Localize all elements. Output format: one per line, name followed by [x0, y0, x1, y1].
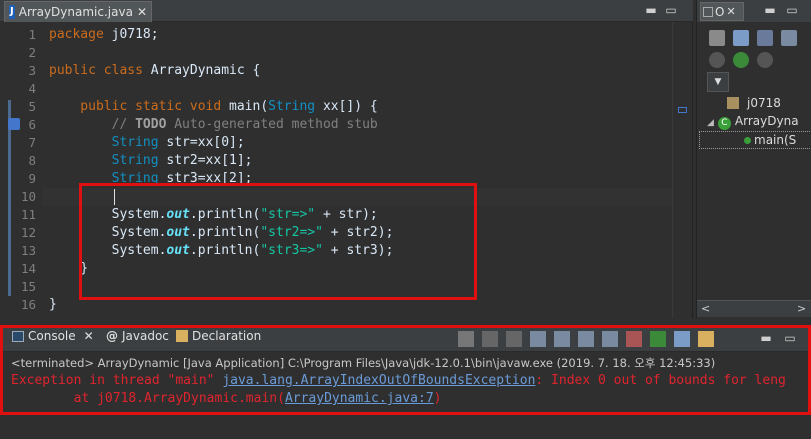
outline-item-package[interactable]: j0718 [727, 96, 781, 110]
line-number: 6 [28, 117, 36, 132]
method-label: main(S [754, 133, 797, 147]
code-line-3: public class ArrayDynamic { [49, 62, 260, 80]
overview-marker[interactable] [678, 107, 687, 113]
line-number: 8 [28, 153, 36, 168]
line-number: 11 [20, 207, 36, 222]
code-line-16: } [49, 296, 57, 314]
line-number: 10 [20, 189, 36, 204]
expand-arrow-icon[interactable]: ◢ [707, 118, 714, 128]
package-label: j0718 [747, 96, 781, 110]
line-number: 9 [28, 171, 36, 186]
sort-icon[interactable] [733, 30, 749, 46]
collapse-all-icon[interactable] [709, 30, 725, 46]
code-line-5: public static void main(String xx[]) { [49, 98, 378, 116]
close-tab-icon[interactable]: ✕ [726, 5, 735, 18]
highlight-box-console [0, 325, 811, 415]
code-text: ArrayDynamic { [142, 63, 261, 78]
type-name: String [49, 135, 159, 150]
line-number: 5 [28, 99, 36, 114]
comment-text: // [49, 117, 136, 132]
keyword: package [49, 27, 104, 42]
code-line-7: String str=xx[0]; [49, 134, 245, 152]
line-number: 4 [28, 81, 36, 96]
keyword: public class [49, 63, 143, 78]
outline-toolbar-2 [709, 52, 773, 68]
editor-tab-bar: J ArrayDynamic.java ✕ ▬ ▭ [0, 0, 693, 22]
line-number: 7 [28, 135, 36, 150]
package-icon [727, 97, 739, 109]
line-number: 2 [28, 45, 36, 60]
hide-static-icon[interactable] [709, 52, 725, 68]
class-icon: C [717, 117, 731, 130]
type-name: String [268, 99, 316, 114]
class-label: ArrayDyna [734, 114, 799, 128]
scroll-left-icon[interactable]: < [701, 302, 710, 315]
code-text: main( [221, 99, 269, 114]
tab-outline[interactable]: O ✕ [700, 2, 744, 21]
close-tab-icon[interactable]: ✕ [137, 5, 147, 19]
maximize-editor-icon[interactable]: ▭ [664, 3, 678, 17]
editor-overview-ruler[interactable] [672, 22, 692, 318]
code-text: xx[]) { [315, 99, 378, 114]
code-text: } [49, 297, 57, 312]
outline-icon [703, 6, 713, 17]
tab-label: ArrayDynamic.java [18, 5, 133, 19]
line-number: 12 [20, 225, 36, 240]
outline-item-method[interactable]: main(S [699, 131, 811, 149]
line-number: 15 [20, 279, 36, 294]
java-file-icon: J [9, 5, 15, 19]
type-name: String [49, 153, 159, 168]
line-number: 3 [28, 63, 36, 78]
comment-text: Auto-generated method stub [166, 117, 378, 132]
hide-fields-icon[interactable] [781, 30, 797, 46]
code-text: str2=xx[1]; [158, 153, 253, 168]
tab-label: O [715, 4, 725, 19]
code-line-6: // TODO Auto-generated method stub [49, 116, 378, 134]
minimize-outline-icon[interactable]: ▬ [763, 3, 777, 17]
line-number: 1 [28, 27, 36, 42]
code-text: j0718; [103, 27, 159, 42]
view-menu-dropdown[interactable]: ▼ [707, 72, 729, 92]
az-sort-icon[interactable] [757, 30, 773, 46]
public-method-icon [744, 137, 751, 144]
keyword: public static void [49, 99, 222, 114]
code-line-1: package j0718; [49, 26, 159, 44]
todo-tag: TODO [135, 117, 167, 132]
minimize-editor-icon[interactable]: ▬ [644, 3, 658, 17]
outline-tab-bar: O ✕ ▬ ▭ [697, 0, 811, 22]
scroll-right-icon[interactable]: > [797, 302, 806, 315]
line-number: 16 [20, 297, 36, 312]
code-line-8: String str2=xx[1]; [49, 152, 253, 170]
line-number: 14 [20, 261, 36, 276]
outline-view: O ✕ ▬ ▭ ▼ j0718 ◢ C ArrayDyna main(S < > [696, 0, 811, 318]
line-number: 13 [20, 243, 36, 258]
hide-local-types-icon[interactable] [757, 52, 773, 68]
outline-hscrollbar[interactable]: < > [697, 300, 811, 317]
maximize-outline-icon[interactable]: ▭ [785, 3, 799, 17]
outline-item-class[interactable]: ◢ C ArrayDyna [707, 114, 799, 130]
highlight-box-code [79, 183, 477, 300]
outline-toolbar [709, 30, 797, 46]
hide-nonpublic-icon[interactable] [733, 52, 749, 68]
tab-arraydynamic-java[interactable]: J ArrayDynamic.java ✕ [4, 1, 152, 22]
line-numbers: 1 2 3 4 5 6 7 8 9 10 11 12 13 14 15 16 [0, 26, 42, 316]
code-text: str=xx[0]; [158, 135, 245, 150]
